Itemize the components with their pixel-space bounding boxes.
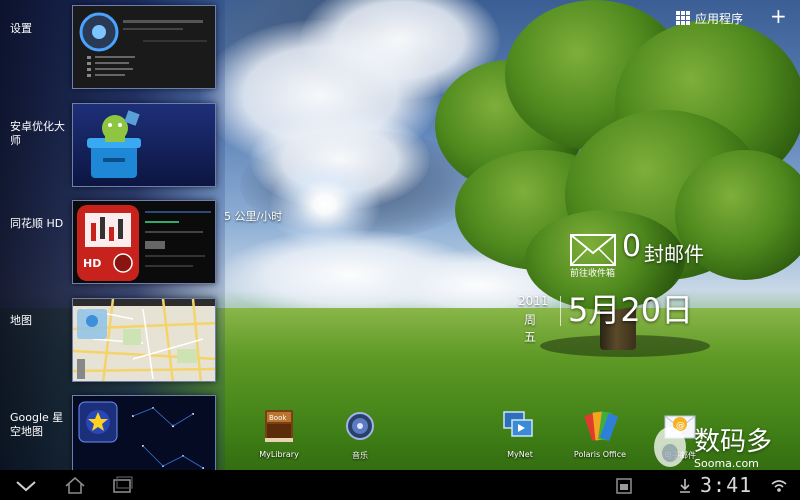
apps-drawer-label: 应用程序: [695, 11, 744, 26]
mail-count: 0: [622, 229, 642, 264]
weather-wind-text: 5 公里/小时: [224, 210, 283, 223]
watermark-logo-icon: [654, 427, 686, 467]
watermark: 数码多 Sooma.com: [640, 425, 800, 473]
dock-app-label: MyLibrary: [259, 450, 299, 459]
dock-app-polaris-office[interactable]: Polaris Office: [565, 408, 635, 459]
settings-thumbnail-image: [73, 6, 215, 88]
date-weekday: 周五: [524, 313, 537, 344]
recent-app-label: 设置: [10, 22, 32, 35]
apps-drawer-button[interactable]: 应用程序: [676, 10, 743, 26]
recent-app-label: 同花顺 HD: [10, 217, 64, 230]
svg-text:Book: Book: [269, 414, 287, 422]
recent-app-thumbnail[interactable]: [72, 298, 216, 382]
dock-app-music[interactable]: 音乐: [325, 408, 395, 461]
office-icon: [584, 411, 619, 441]
recent-app-label: 地图: [10, 314, 32, 327]
apps-grid-icon: [676, 11, 690, 25]
go-to-inbox-link[interactable]: 前往收件箱: [570, 266, 615, 279]
sky-map-thumbnail-image: [73, 396, 215, 478]
dock-app-label: MyNet: [507, 450, 533, 459]
date-year: 2011: [518, 294, 549, 308]
recent-app-label: 安卓优化大师: [10, 120, 65, 147]
tonghuashun-thumbnail-image: HD: [73, 201, 215, 283]
dock-app-mynet[interactable]: MyNet: [485, 408, 555, 459]
wifi-icon: [771, 480, 787, 492]
dock-app-label: Polaris Office: [573, 450, 627, 459]
dock-app-mylibrary[interactable]: Book MyLibrary: [244, 408, 314, 459]
recent-app-label: Google 星空地图: [10, 411, 64, 438]
recent-app-thumbnail[interactable]: [72, 395, 216, 479]
sun-flare: [270, 160, 380, 250]
watermark-url: Sooma.com: [694, 457, 759, 470]
envelope-icon: [570, 234, 616, 266]
add-widget-button[interactable]: +: [770, 5, 787, 27]
download-icon: [680, 479, 690, 493]
recent-apps-icon[interactable]: [112, 476, 134, 494]
android-optimizer-thumbnail-image: [73, 104, 215, 186]
recent-app-thumbnail[interactable]: HD: [72, 200, 216, 284]
tree-canopy: [415, 0, 800, 330]
dock-app-label: 音乐: [352, 451, 368, 460]
music-icon: [346, 412, 374, 440]
recent-app-thumbnail[interactable]: [72, 5, 216, 89]
plus-icon: +: [770, 4, 787, 28]
svg-text:HD: HD: [83, 257, 101, 270]
recent-apps-panel: 设置 安卓优化大师 同花顺 HD HD 地图 Google 星空地图: [0, 0, 225, 479]
book-icon: Book: [265, 410, 293, 442]
mynet-icon: [503, 411, 533, 437]
back-chevron-icon[interactable]: [14, 478, 38, 494]
system-bar: 3:41: [0, 470, 800, 500]
status-clock: 3:41: [700, 473, 753, 497]
recent-app-thumbnail[interactable]: [72, 103, 216, 187]
mail-label: 封邮件: [644, 242, 704, 266]
notification-icon[interactable]: [616, 478, 632, 494]
date-main: 5月20日: [568, 291, 694, 329]
date-divider: [560, 296, 561, 326]
watermark-text: 数码多: [694, 427, 773, 457]
home-icon[interactable]: [64, 476, 86, 494]
maps-thumbnail-image: [73, 299, 215, 381]
